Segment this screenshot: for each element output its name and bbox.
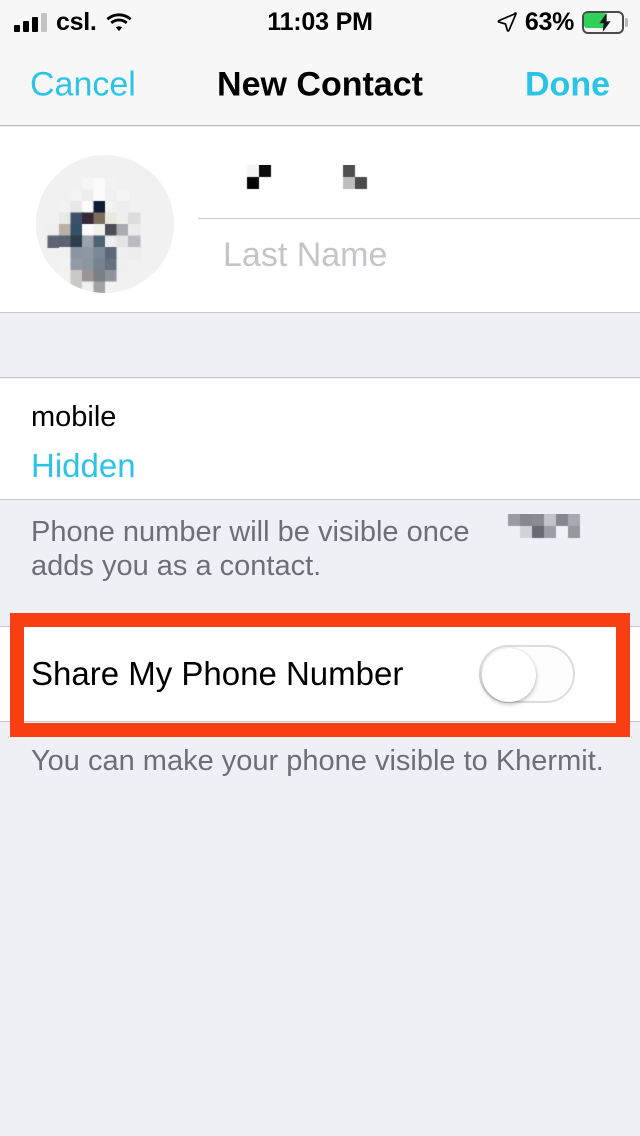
contact-name-section: Last Name bbox=[0, 127, 640, 313]
phone-type-label: mobile bbox=[31, 401, 117, 433]
status-bar: csl. 11:03 PM 63% bbox=[0, 0, 640, 44]
done-button[interactable]: Done bbox=[525, 65, 610, 104]
first-name-redacted-value bbox=[223, 165, 403, 199]
phone-number-value[interactable]: Hidden bbox=[31, 447, 136, 485]
footnote-redacted-name bbox=[496, 514, 584, 548]
first-name-field[interactable] bbox=[198, 145, 640, 219]
footnote-2-text: You can make your phone visible to Kherm… bbox=[31, 745, 604, 777]
last-name-placeholder: Last Name bbox=[223, 236, 388, 274]
last-name-field[interactable]: Last Name bbox=[198, 220, 640, 290]
section-separator bbox=[0, 313, 640, 378]
toggle-knob bbox=[482, 648, 536, 702]
footnote-line-2: adds you as a contact. bbox=[31, 550, 322, 582]
phone-visibility-footnote: Phone number will be visible once adds y… bbox=[0, 500, 640, 613]
battery-percentage: 63% bbox=[524, 7, 574, 36]
location-arrow-icon bbox=[497, 12, 517, 32]
footnote-line-1: Phone number will be visible once bbox=[31, 516, 470, 548]
status-bar-right: 63% bbox=[497, 0, 628, 44]
empty-area bbox=[0, 787, 640, 1136]
phone-number-row[interactable]: mobile Hidden bbox=[0, 379, 640, 500]
share-phone-label: Share My Phone Number bbox=[31, 655, 404, 692]
share-phone-toggle[interactable] bbox=[479, 645, 575, 703]
battery-charging-icon bbox=[582, 10, 628, 34]
share-my-phone-number-row[interactable]: Share My Phone Number bbox=[0, 626, 640, 722]
contact-avatar[interactable] bbox=[36, 155, 174, 293]
avatar-image bbox=[36, 155, 174, 293]
name-fields: Last Name bbox=[198, 127, 640, 313]
clock-time: 11:03 PM bbox=[267, 7, 373, 36]
phone-screen: csl. 11:03 PM 63% Cancel New Contact Don… bbox=[0, 0, 640, 1136]
navigation-bar: Cancel New Contact Done bbox=[0, 44, 640, 126]
share-phone-footnote: You can make your phone visible to Kherm… bbox=[0, 737, 640, 787]
